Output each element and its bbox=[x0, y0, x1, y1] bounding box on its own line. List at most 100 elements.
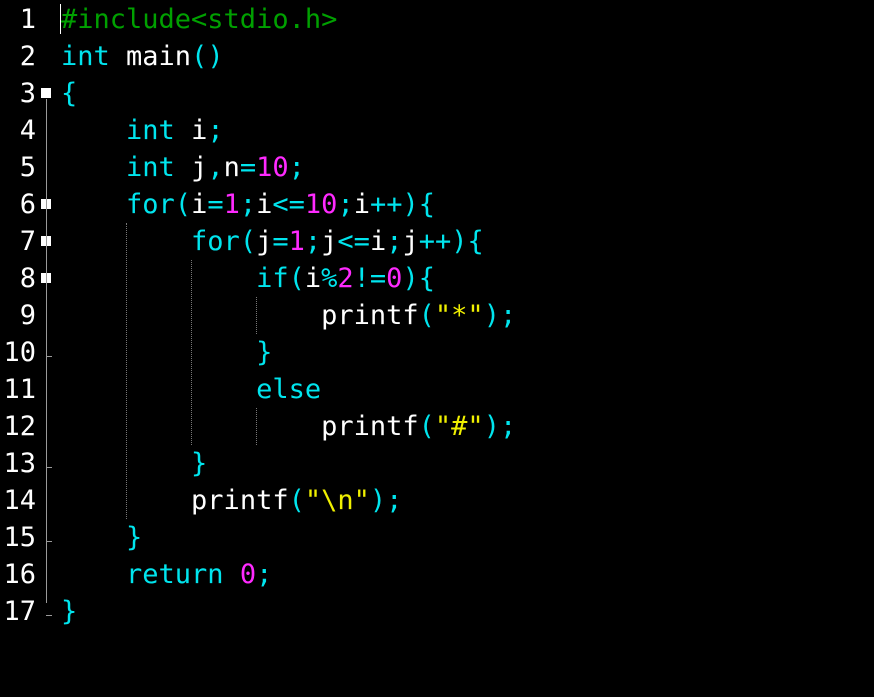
code-line[interactable]: 13 } bbox=[0, 445, 874, 482]
code-token: 2 bbox=[337, 263, 354, 294]
line-number: 1 bbox=[19, 4, 36, 35]
code-token: printf bbox=[321, 411, 419, 442]
code-token: = bbox=[272, 226, 289, 257]
code-token: ( bbox=[418, 300, 435, 331]
code-text[interactable]: return 0; bbox=[61, 556, 272, 593]
fold-range-line bbox=[46, 99, 47, 603]
code-line[interactable]: 7 for(j=1;j<=i;j++){ bbox=[0, 223, 874, 260]
code-token: != bbox=[353, 263, 387, 294]
code-line[interactable]: 15 } bbox=[0, 519, 874, 556]
code-token: "*" bbox=[434, 300, 484, 331]
code-token: j bbox=[402, 226, 419, 257]
line-number: 4 bbox=[19, 115, 36, 146]
code-text[interactable]: } bbox=[61, 519, 142, 556]
line-number: 12 bbox=[3, 411, 36, 442]
code-line[interactable]: 6 for(i=1;i<=10;i++){ bbox=[0, 186, 874, 223]
code-token: ); bbox=[483, 411, 517, 442]
code-line[interactable]: 10 } bbox=[0, 334, 874, 371]
code-text[interactable]: { bbox=[61, 75, 77, 112]
code-editor[interactable]: 1 #include<stdio.h> 2 int main() 3{4 int i; 5… bbox=[0, 0, 874, 697]
code-token: ; bbox=[207, 115, 224, 146]
code-line[interactable]: 16 return 0; bbox=[0, 556, 874, 593]
code-token: n bbox=[223, 152, 240, 183]
code-line[interactable]: 9 printf("*"); bbox=[0, 297, 874, 334]
code-token: , bbox=[207, 152, 224, 183]
code-token: "#" bbox=[434, 411, 484, 442]
code-token: } bbox=[191, 448, 208, 479]
code-token: j bbox=[321, 226, 338, 257]
code-text[interactable]: } bbox=[61, 593, 77, 630]
code-token: 10 bbox=[256, 152, 289, 183]
code-token: = bbox=[239, 152, 257, 183]
code-text[interactable]: printf("\n"); bbox=[61, 482, 402, 519]
code-token: % bbox=[321, 263, 338, 294]
code-token: return bbox=[126, 559, 224, 590]
indent-guide bbox=[256, 297, 257, 334]
code-text[interactable]: } bbox=[61, 445, 207, 482]
code-token: j bbox=[174, 152, 208, 183]
code-text[interactable]: } bbox=[61, 334, 272, 371]
code-text[interactable]: printf("#"); bbox=[61, 408, 516, 445]
indent-guide bbox=[126, 223, 127, 519]
code-token: ( bbox=[288, 485, 305, 516]
code-token: i bbox=[353, 189, 370, 220]
code-text[interactable]: if(i%2!=0){ bbox=[61, 260, 435, 297]
line-number: 13 bbox=[3, 448, 36, 479]
code-text[interactable]: for(i=1;i<=10;i++){ bbox=[61, 186, 435, 223]
code-token: 0 bbox=[386, 263, 403, 294]
code-text[interactable]: for(j=1;j<=i;j++){ bbox=[61, 223, 484, 260]
fold-end-tick bbox=[46, 356, 52, 357]
code-token: for bbox=[191, 226, 240, 257]
fold-end-tick bbox=[46, 541, 52, 542]
fold-end-tick bbox=[46, 615, 52, 616]
line-number: 17 bbox=[3, 596, 36, 627]
code-line[interactable]: 17} bbox=[0, 593, 874, 630]
code-line[interactable]: 2 int main() bbox=[0, 38, 874, 75]
line-number: 11 bbox=[3, 374, 36, 405]
line-number: 16 bbox=[3, 559, 36, 590]
code-line[interactable]: 11 else bbox=[0, 371, 874, 408]
code-text[interactable]: int j,n=10; bbox=[61, 149, 305, 186]
code-token: main bbox=[109, 41, 192, 72]
code-token: ; bbox=[288, 152, 305, 183]
code-token: #include<stdio.h> bbox=[61, 4, 338, 35]
code-token: "\n" bbox=[304, 485, 370, 516]
indent-guide bbox=[256, 408, 257, 445]
code-token: ++){ bbox=[369, 189, 435, 220]
code-token: <= bbox=[337, 226, 370, 257]
code-text[interactable]: int i; bbox=[61, 112, 224, 149]
fold-marker-icon[interactable] bbox=[41, 88, 51, 98]
code-token: } bbox=[256, 337, 273, 368]
code-token: int bbox=[126, 115, 175, 146]
code-token: ; bbox=[304, 226, 322, 257]
code-token: = bbox=[207, 189, 224, 220]
code-line[interactable]: 5 int j,n=10; bbox=[0, 149, 874, 186]
code-token: } bbox=[61, 596, 78, 627]
code-token: ){ bbox=[402, 263, 435, 294]
line-number: 5 bbox=[19, 152, 36, 183]
code-token: else bbox=[256, 374, 322, 405]
code-token: ++){ bbox=[418, 226, 484, 257]
code-token: j bbox=[256, 226, 273, 257]
code-line[interactable]: 1 #include<stdio.h> bbox=[0, 1, 874, 38]
code-token: ); bbox=[369, 485, 403, 516]
code-text[interactable]: int main() bbox=[61, 38, 224, 75]
code-line[interactable]: 12 printf("#"); bbox=[0, 408, 874, 445]
code-text[interactable]: #include<stdio.h> bbox=[61, 1, 337, 38]
code-line[interactable]: 14 printf("\n"); bbox=[0, 482, 874, 519]
code-token: () bbox=[191, 41, 224, 72]
code-line[interactable]: 8 if(i%2!=0){ bbox=[0, 260, 874, 297]
code-text[interactable]: printf("*"); bbox=[61, 297, 516, 334]
code-line[interactable]: 4 int i; bbox=[0, 112, 874, 149]
code-token: i bbox=[304, 263, 322, 294]
code-token: } bbox=[126, 522, 143, 553]
code-token: i bbox=[256, 189, 273, 220]
code-line[interactable]: 3{ bbox=[0, 75, 874, 112]
